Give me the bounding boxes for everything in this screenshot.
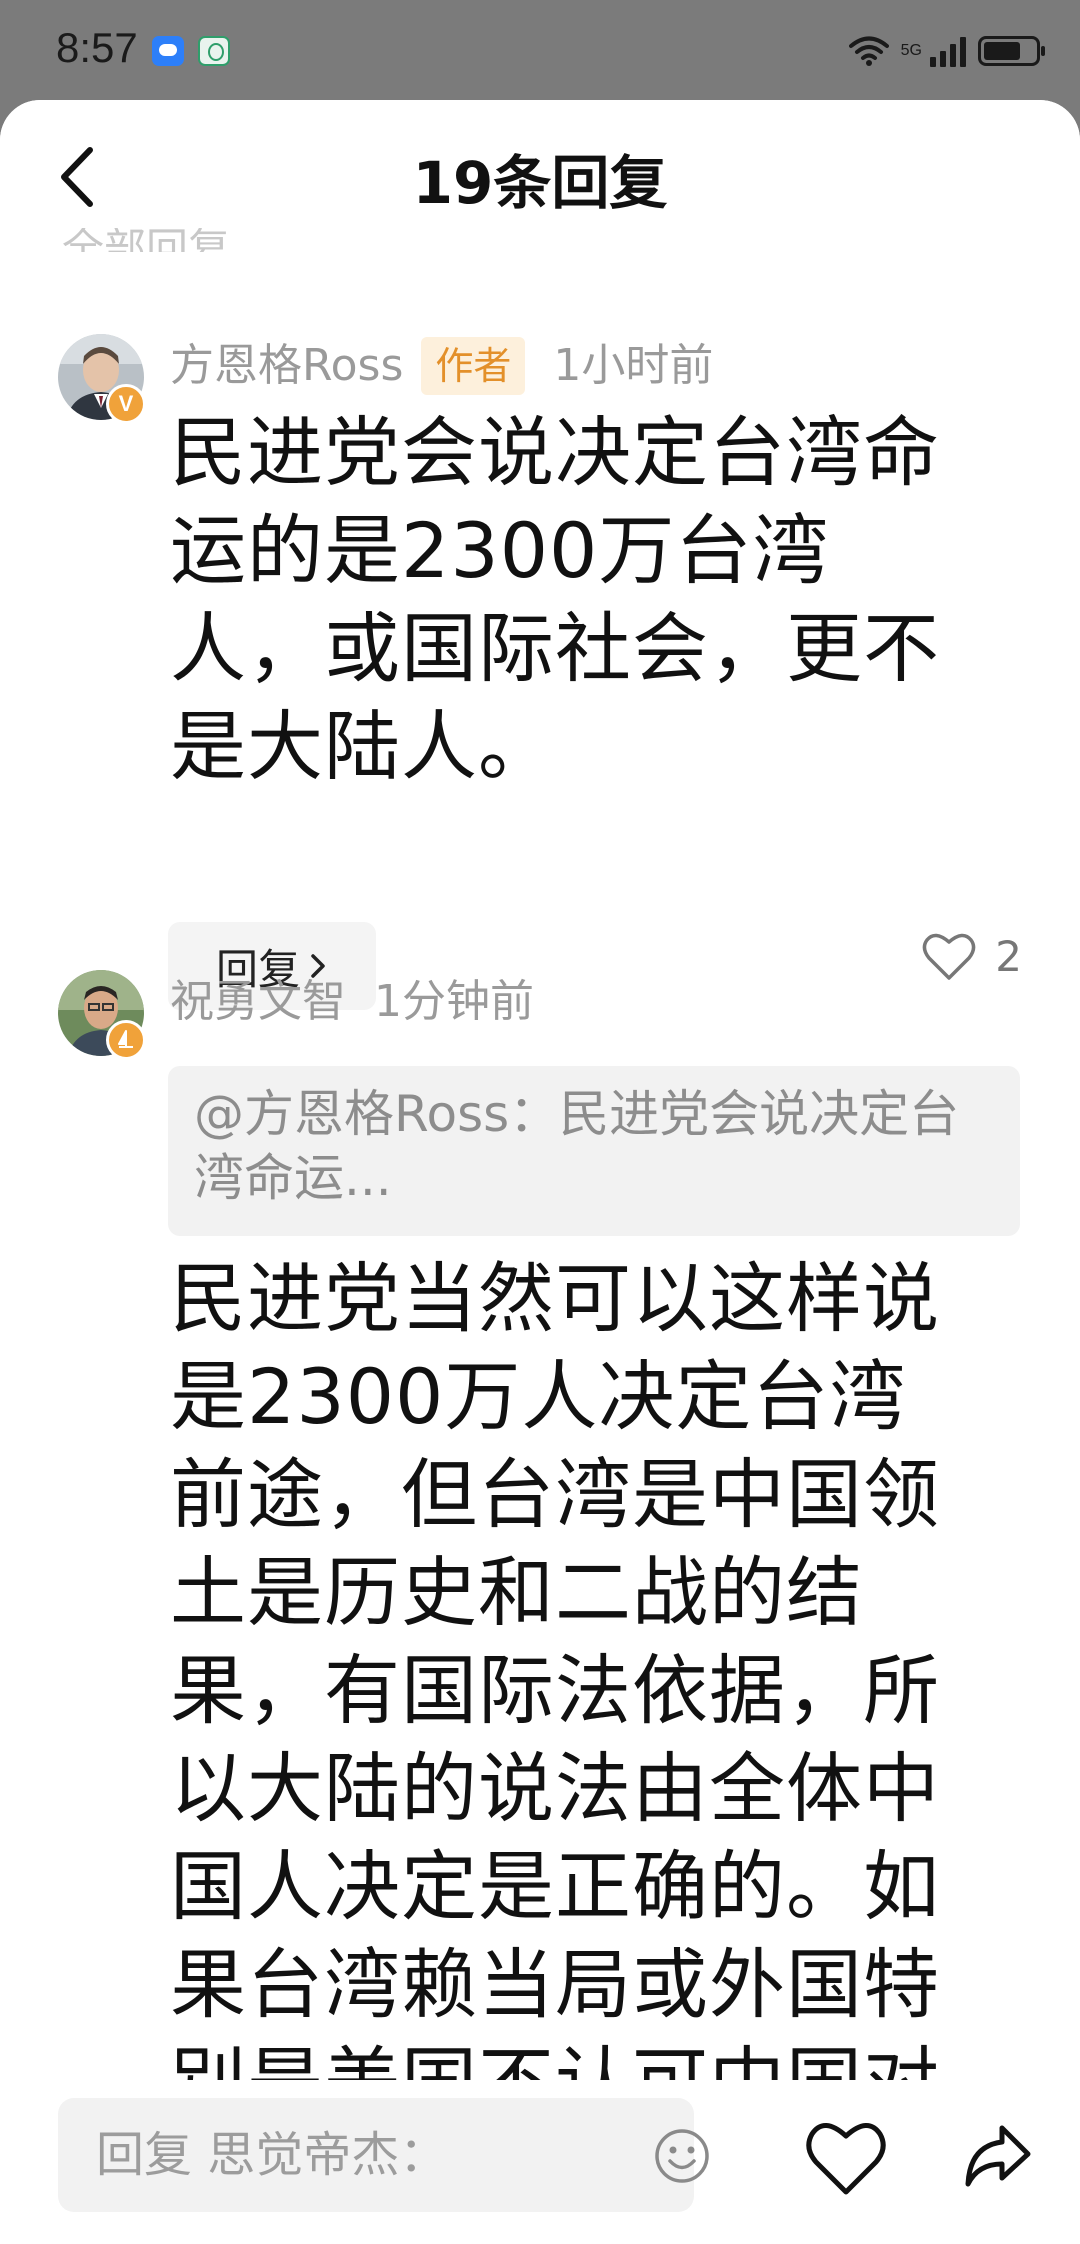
message-app-icon	[152, 36, 184, 66]
comment-text: 民进党会说决定台湾命运的是2300万台湾人，或国际社会，更不是大陆人。	[170, 408, 940, 791]
sheet-header: 19条回复 全部回复	[0, 100, 1080, 270]
share-icon[interactable]	[962, 2120, 1034, 2192]
status-indicators: 5G	[848, 26, 1045, 76]
author-name[interactable]: 祝勇文智	[170, 972, 346, 1032]
reply-placeholder: 回复 思觉帝杰：	[96, 2127, 448, 2183]
emoji-icon[interactable]	[652, 2126, 712, 2186]
bottom-reply-bar: 回复 思觉帝杰：	[0, 2080, 1080, 2244]
reply-input[interactable]: 回复 思觉帝杰：	[58, 2098, 709, 2212]
author-name[interactable]: 方恩格Ross	[170, 336, 403, 396]
comment-time: 1小时前	[553, 340, 714, 391]
wifi-icon	[848, 36, 889, 66]
heart-icon[interactable]	[804, 2118, 888, 2198]
page-title: 19条回复	[412, 149, 668, 217]
verified-badge-icon: V	[106, 384, 146, 424]
status-time: 8:57	[56, 24, 138, 71]
avatar[interactable]: V	[58, 334, 146, 424]
battery-icon	[978, 36, 1045, 66]
author-tag: 作者	[421, 337, 526, 395]
comment-time: 1分钟前	[374, 976, 534, 1027]
status-bar: 8:57 5G	[0, 0, 1080, 100]
like-button[interactable]: 2	[921, 930, 1022, 982]
network-type: 5G	[900, 42, 922, 59]
comment-meta: 祝勇文智 1分钟前	[170, 972, 534, 1032]
replies-sheet: 19条回复 全部回复 V 方恩格Ross 作者 1小时前	[0, 100, 1080, 2244]
comment-meta: 方恩格Ross 作者 1小时前	[170, 336, 713, 396]
like-count: 2	[995, 931, 1022, 981]
quoted-comment[interactable]: @方恩格Ross：民进党会说决定台湾命运...	[168, 1066, 1020, 1236]
bank-app-icon	[198, 36, 230, 66]
heart-icon	[922, 933, 976, 980]
all-replies-label: 全部回复	[62, 228, 230, 252]
level-badge-icon	[106, 1020, 146, 1060]
avatar[interactable]	[58, 970, 146, 1060]
signal-icon	[930, 35, 966, 67]
